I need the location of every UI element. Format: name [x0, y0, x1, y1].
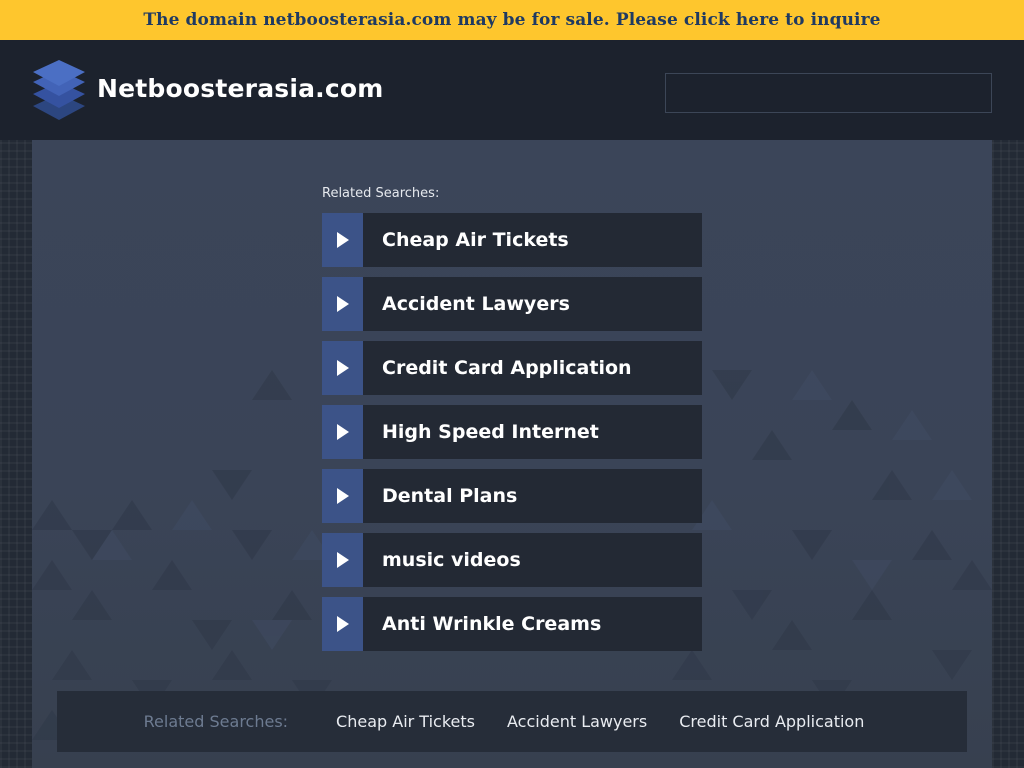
- background-pattern-right: [992, 140, 1024, 768]
- search-input[interactable]: [665, 73, 992, 113]
- footer-related-label: Related Searches:: [143, 712, 289, 731]
- sale-banner[interactable]: The domain netboosterasia.com may be for…: [0, 0, 1024, 40]
- footer-link-credit-card-application[interactable]: Credit Card Application: [679, 712, 864, 731]
- search-item-label[interactable]: Dental Plans: [363, 469, 702, 523]
- search-item-credit-card-application[interactable]: Credit Card Application: [322, 341, 702, 395]
- play-arrow-icon: [322, 213, 363, 267]
- site-name[interactable]: Netboosterasia.com: [97, 74, 384, 103]
- search-item-dental-plans[interactable]: Dental Plans: [322, 469, 702, 523]
- search-item-label[interactable]: Anti Wrinkle Creams: [363, 597, 702, 651]
- sale-banner-text[interactable]: The domain netboosterasia.com may be for…: [143, 10, 880, 30]
- search-item-accident-lawyers[interactable]: Accident Lawyers: [322, 277, 702, 331]
- play-arrow-icon: [322, 597, 363, 651]
- search-item-label[interactable]: Cheap Air Tickets: [363, 213, 702, 267]
- footer-related-bar: Related Searches: Cheap Air Tickets Acci…: [57, 691, 967, 752]
- play-arrow-icon: [322, 341, 363, 395]
- play-arrow-icon: [322, 533, 363, 587]
- search-item-anti-wrinkle-creams[interactable]: Anti Wrinkle Creams: [322, 597, 702, 651]
- footer-link-accident-lawyers[interactable]: Accident Lawyers: [507, 712, 647, 731]
- search-item-label[interactable]: music videos: [363, 533, 702, 587]
- search-item-label[interactable]: Credit Card Application: [363, 341, 702, 395]
- play-arrow-icon: [322, 405, 363, 459]
- search-item-cheap-air-tickets[interactable]: Cheap Air Tickets: [322, 213, 702, 267]
- main-panel: Related Searches: Cheap Air Tickets Acci…: [32, 140, 992, 768]
- play-arrow-icon: [322, 469, 363, 523]
- related-searches-list: Cheap Air Tickets Accident Lawyers Credi…: [322, 213, 702, 661]
- play-arrow-icon: [322, 277, 363, 331]
- related-searches-label: Related Searches:: [322, 186, 440, 201]
- site-header: Netboosterasia.com: [0, 40, 1024, 140]
- footer-link-cheap-air-tickets[interactable]: Cheap Air Tickets: [336, 712, 475, 731]
- search-item-high-speed-internet[interactable]: High Speed Internet: [322, 405, 702, 459]
- search-item-label[interactable]: High Speed Internet: [363, 405, 702, 459]
- search-item-label[interactable]: Accident Lawyers: [363, 277, 702, 331]
- search-item-music-videos[interactable]: music videos: [322, 533, 702, 587]
- background-pattern-left: [0, 140, 32, 768]
- stacked-layers-icon: [31, 60, 87, 122]
